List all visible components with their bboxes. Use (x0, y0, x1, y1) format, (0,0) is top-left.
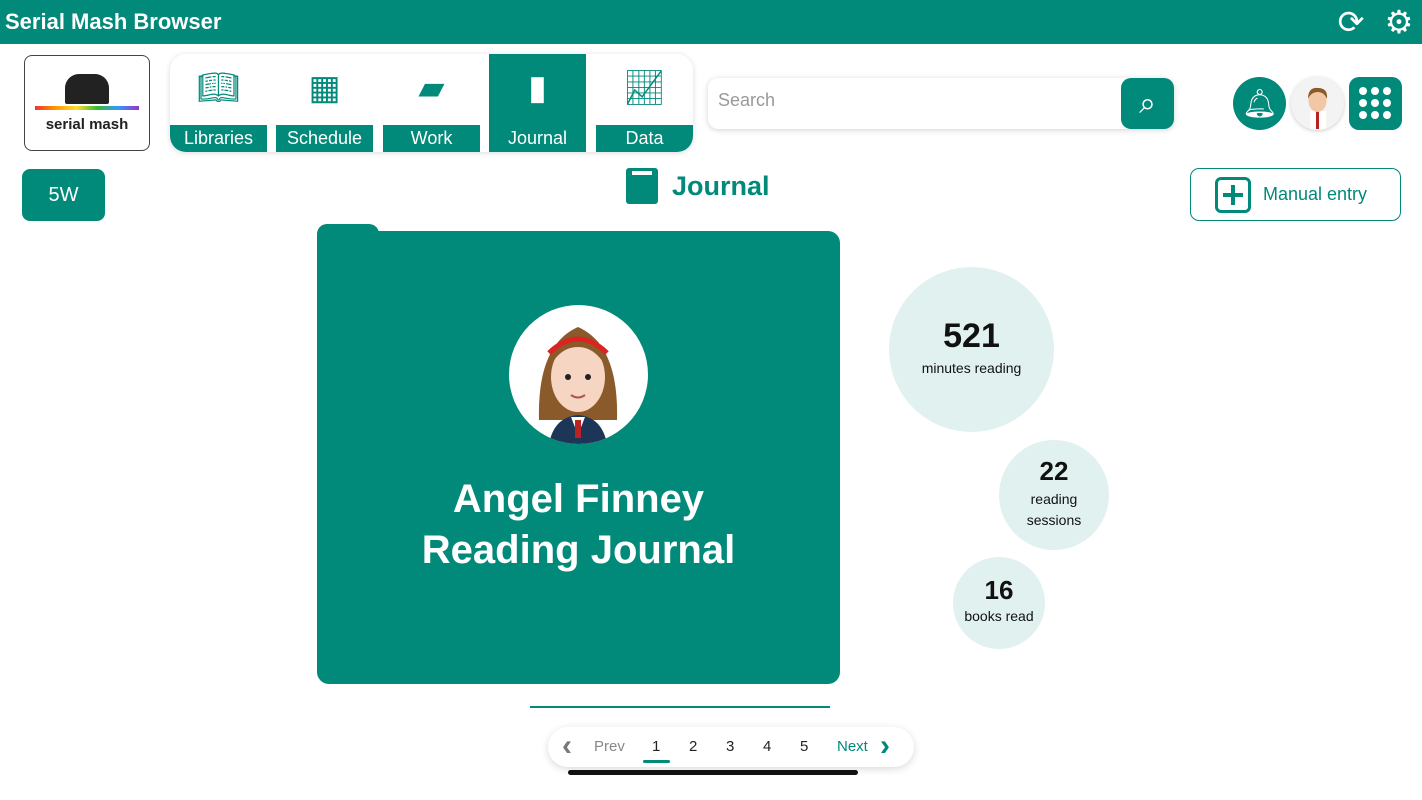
journal-subtitle: Reading Journal (421, 528, 736, 572)
page-title-text: Journal (672, 170, 770, 201)
stat-label: books read (964, 608, 1034, 624)
app-title: Serial Mash Browser (5, 9, 222, 34)
chart-icon: 📈︎ (622, 69, 667, 107)
student-name: Angel Finney (452, 477, 705, 521)
nav-label: Schedule (276, 125, 373, 152)
prev-button[interactable]: Prev (594, 738, 625, 755)
class-button[interactable]: 5W (22, 169, 105, 221)
search-bar: ⌕ (708, 78, 1174, 129)
page-5[interactable]: 5 (800, 738, 808, 755)
title-bar: Serial Mash Browser ⟳ ⚙ (0, 0, 1422, 44)
page-2[interactable]: 2 (689, 738, 697, 755)
journal-cover[interactable]: Angel Finney Reading Journal (317, 224, 840, 684)
nav-schedule[interactable]: ▦ Schedule (276, 54, 373, 152)
rainbow-bar (35, 106, 139, 110)
home-indicator[interactable] (568, 770, 858, 775)
book-open-icon: 📖︎ (196, 69, 241, 107)
stat-books: 16 books read (953, 557, 1045, 649)
stat-label: minutes reading (921, 360, 1022, 376)
nav-label: Data (596, 125, 693, 152)
nav-journal[interactable]: ▮ Journal (489, 54, 586, 152)
nav-label: Journal (489, 125, 586, 152)
logo-text: serial mash (45, 116, 129, 133)
nav-label: Libraries (170, 125, 267, 152)
page-4[interactable]: 4 (763, 738, 771, 755)
page-3[interactable]: 3 (726, 738, 734, 755)
page-1[interactable]: 1 (652, 738, 660, 755)
refresh-icon[interactable]: ⟳ (1333, 4, 1369, 40)
manual-entry-label: Manual entry (1263, 184, 1368, 204)
divider (530, 706, 830, 708)
stat-value: 521 (943, 317, 1000, 355)
calendar-icon: ▦ (308, 69, 341, 107)
search-input[interactable] (718, 90, 1118, 111)
teacher-avatar-icon (1308, 87, 1328, 130)
serial-mash-logo[interactable]: serial mash (24, 55, 150, 151)
journal-title: Angel Finney Reading Journal (317, 474, 840, 576)
journal-icon (626, 168, 658, 204)
search-button[interactable]: ⌕ (1121, 78, 1174, 129)
search-icon: ⌕ (1139, 87, 1156, 120)
chevron-right-icon[interactable]: › (880, 729, 890, 763)
next-button[interactable]: Next (837, 738, 868, 755)
settings-gear-icon[interactable]: ⚙ (1381, 4, 1417, 40)
nav-label: Work (383, 125, 480, 152)
reader-silhouette-icon (65, 74, 109, 104)
stat-minutes: 521 minutes reading (889, 267, 1054, 432)
journal-icon: ▮ (528, 69, 547, 107)
bell-icon: 🔔︎ (1241, 88, 1278, 119)
apps-grid-button[interactable] (1349, 77, 1402, 130)
girl-avatar-icon (538, 327, 618, 444)
manual-entry-button[interactable]: Manual entry (1190, 168, 1401, 221)
nav-data[interactable]: 📈︎ Data (596, 54, 693, 152)
page-title: Journal (626, 166, 770, 206)
plus-icon (1215, 176, 1251, 213)
folder-icon: ▰ (418, 69, 445, 107)
stat-value: 16 (984, 575, 1014, 605)
stat-sessions: 22 reading sessions (999, 440, 1109, 550)
pagination: ‹ Prev 1 2 3 4 5 Next › (548, 727, 914, 767)
student-avatar (509, 305, 648, 444)
current-page-indicator (643, 760, 670, 763)
nav-libraries[interactable]: 📖︎ Libraries (170, 54, 267, 152)
chevron-left-icon[interactable]: ‹ (562, 729, 572, 763)
user-avatar[interactable] (1291, 77, 1344, 130)
folder-tab (317, 224, 379, 244)
stat-label: reading sessions (1026, 491, 1082, 528)
nav-work[interactable]: ▰ Work (383, 54, 480, 152)
stat-value: 22 (1039, 456, 1069, 486)
notifications-button[interactable]: 🔔︎ (1233, 77, 1286, 130)
